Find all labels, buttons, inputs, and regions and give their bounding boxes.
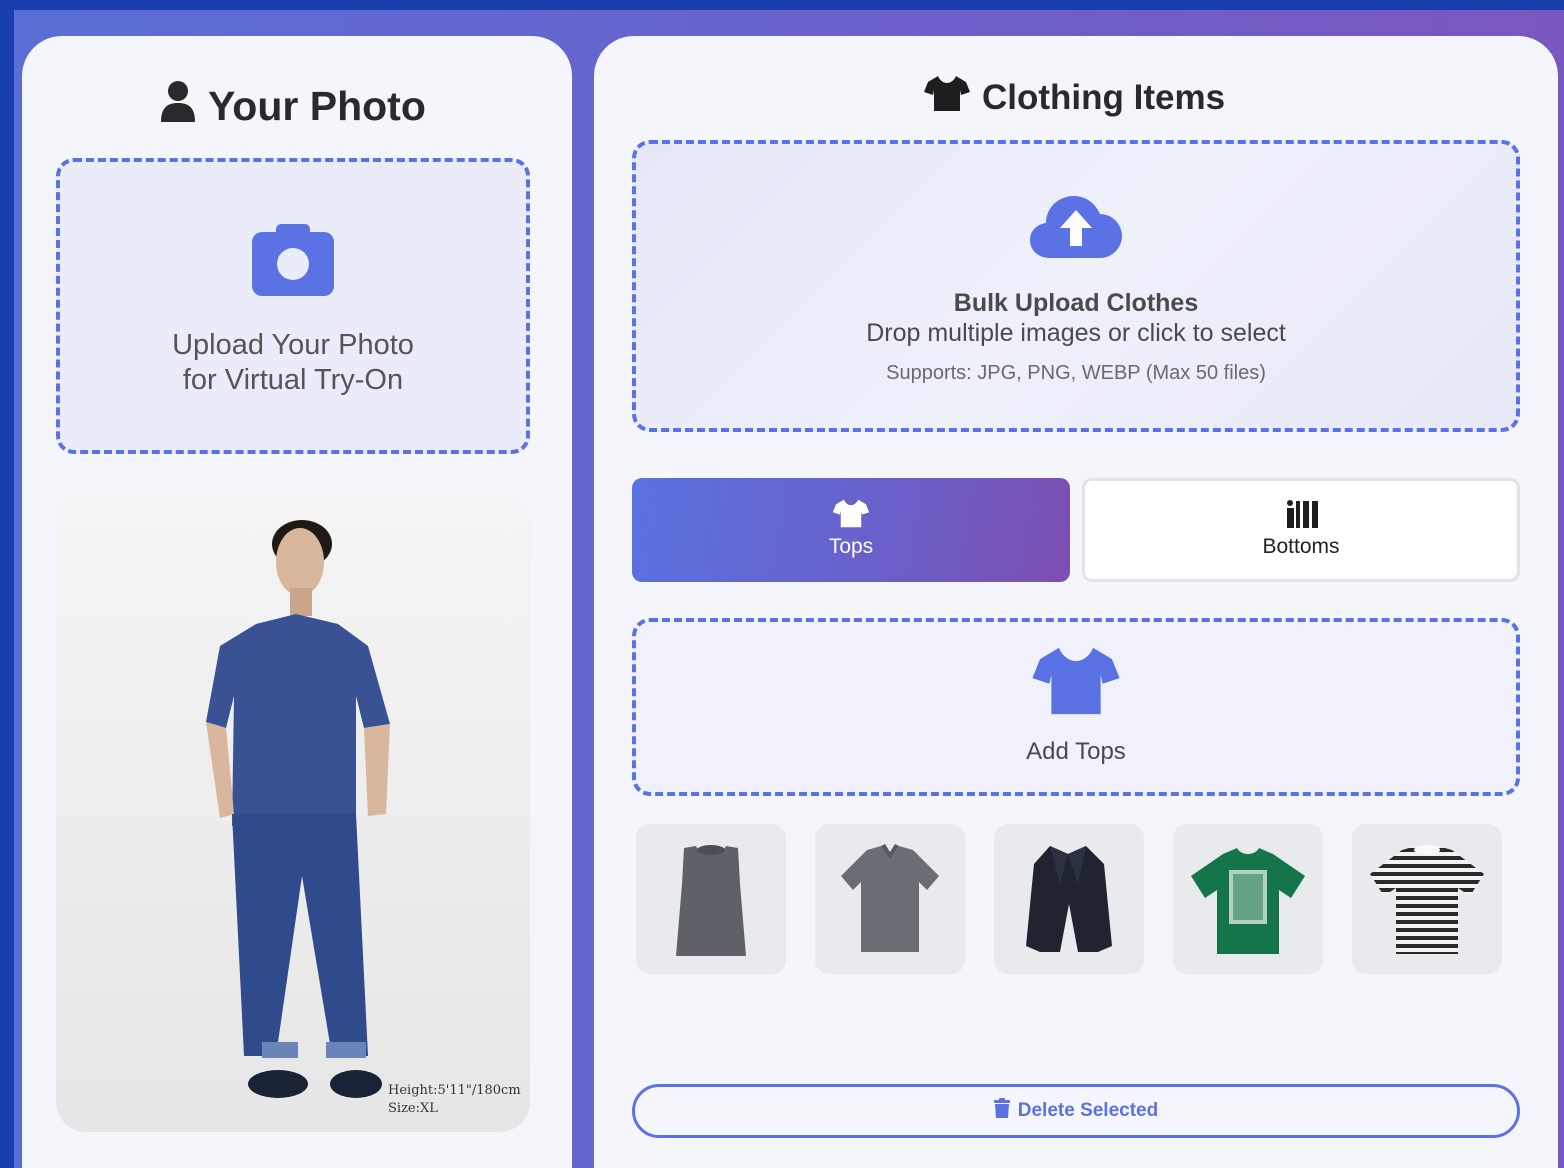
photo-upload-dropzone[interactable]: Upload Your Photo for Virtual Try-On: [56, 158, 530, 454]
bottoms-icon: [1285, 499, 1319, 534]
photo-caption: Height:5'11"/180cm Size:XL: [388, 1082, 521, 1118]
clothing-thumbnail[interactable]: [815, 824, 965, 974]
tshirt-icon: [1030, 644, 1122, 721]
clothing-items-title: Clothing Items: [982, 77, 1226, 117]
tshirt-icon: [832, 498, 870, 533]
tab-bottoms[interactable]: Bottoms: [1082, 478, 1520, 582]
delete-selected-label: Delete Selected: [1017, 1100, 1159, 1121]
user-photo-preview[interactable]: Height:5'11"/180cm Size:XL: [56, 496, 530, 1132]
bulk-upload-subtitle: Drop multiple images or click to select: [866, 319, 1286, 347]
striped-tee: [1370, 845, 1484, 954]
caption-height: Height:5'11"/180cm: [388, 1083, 521, 1098]
clothing-thumbnail[interactable]: [994, 824, 1144, 974]
tab-tops[interactable]: Tops: [632, 478, 1070, 582]
your-photo-heading: Your Photo: [160, 80, 426, 132]
upload-photo-line1: Upload Your Photo: [172, 329, 414, 361]
bulk-upload-dropzone[interactable]: Bulk Upload Clothes Drop multiple images…: [632, 140, 1520, 432]
clothing-thumbnail[interactable]: [636, 824, 786, 974]
delete-selected-button[interactable]: Delete Selected: [632, 1084, 1520, 1138]
green-graphic-tee: [1191, 848, 1305, 954]
clothing-thumbnail[interactable]: [1352, 824, 1502, 974]
camera-icon: [250, 222, 336, 303]
trash-icon: [993, 1098, 1010, 1124]
navy-blazer: [1026, 846, 1112, 952]
bulk-upload-note: Supports: JPG, PNG, WEBP (Max 50 files): [886, 362, 1266, 384]
add-tops-dropzone[interactable]: Add Tops: [632, 618, 1520, 796]
user-icon: [160, 80, 196, 132]
add-tops-label: Add Tops: [1026, 738, 1126, 765]
clothing-items-heading: Clothing Items: [924, 74, 1225, 121]
tab-tops-label: Tops: [828, 535, 874, 558]
tshirt-icon: [924, 74, 970, 121]
clothing-items-panel: Clothing Items Bulk Upload Clothes Drop …: [594, 36, 1558, 1168]
cloud-upload-icon: [1030, 194, 1122, 265]
caption-size: Size:XL: [388, 1101, 438, 1116]
model-photo: [206, 520, 390, 1098]
your-photo-panel: Your Photo Upload Your Photo for Virtual…: [22, 36, 572, 1168]
bulk-upload-title: Bulk Upload Clothes: [953, 289, 1199, 317]
clothing-thumbnail[interactable]: [1173, 824, 1323, 974]
gray-polo-shirt: [841, 844, 939, 952]
gray-sleeveless-top: [676, 845, 746, 956]
upload-photo-line2: for Virtual Try-On: [182, 364, 404, 396]
your-photo-title: Your Photo: [208, 82, 426, 129]
tab-bottoms-label: Bottoms: [1262, 535, 1340, 558]
